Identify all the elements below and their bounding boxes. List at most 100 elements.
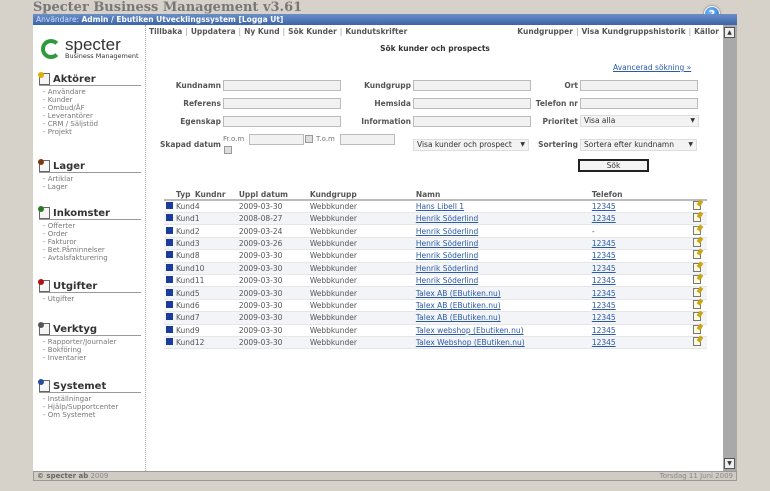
customer-name-link[interactable]: Henrik Söderlind <box>416 227 478 236</box>
phone-link[interactable]: 12345 <box>592 251 616 260</box>
information-input[interactable] <box>413 116 531 127</box>
user-logout-link[interactable]: Admin / Ebutiken Utvecklingssystem [Logg… <box>81 15 283 24</box>
table-row[interactable]: Kund 8 2009-03-30 Webbkunder Henrik Söde… <box>164 249 707 263</box>
sidebar-item[interactable]: - Order <box>43 230 141 238</box>
col-kundnr[interactable]: Kundnr <box>194 190 239 201</box>
table-row[interactable]: Kund 9 2009-03-30 Webbkunder Talex websh… <box>164 324 707 337</box>
phone-link[interactable]: 12345 <box>592 289 616 298</box>
sidebar-item[interactable]: - Fakturor <box>43 238 141 246</box>
nav-link[interactable]: Tillbaka <box>149 27 182 36</box>
customer-name-link[interactable]: Hans Libell 1 <box>416 202 464 211</box>
edit-icon[interactable] <box>693 337 701 347</box>
kundnamn-input[interactable] <box>223 80 341 91</box>
phone-link[interactable]: 12345 <box>592 239 616 248</box>
phone-link[interactable]: 12345 <box>592 214 616 223</box>
hemsida-input[interactable] <box>413 98 531 109</box>
from-date-input[interactable] <box>249 134 304 145</box>
sidebar-item[interactable]: - Offerter <box>43 222 141 230</box>
referens-input[interactable] <box>223 98 341 109</box>
customer-name-link[interactable]: Talex AB (EButiken.nu) <box>416 289 501 298</box>
table-row[interactable]: Kund 5 2009-03-30 Webbkunder Talex AB (E… <box>164 286 707 300</box>
col-uppl-datum[interactable]: Uppl datum <box>238 190 310 201</box>
advanced-search-link[interactable]: Avancerad sökning » <box>613 63 691 72</box>
scroll-up-icon[interactable]: ▲ <box>724 27 735 38</box>
tom-date-input[interactable] <box>340 134 395 145</box>
sidebar-item[interactable]: - Om Systemet <box>43 411 141 419</box>
kundgrupp-input[interactable] <box>413 80 531 91</box>
phone-link[interactable]: 12345 <box>592 264 616 273</box>
customer-name-link[interactable]: Henrik Söderlind <box>416 264 478 273</box>
sidebar-item[interactable]: - Artiklar <box>43 175 141 183</box>
table-row[interactable]: Kund 11 2009-03-30 Webbkunder Henrik Söd… <box>164 274 707 288</box>
edit-icon[interactable] <box>693 324 701 334</box>
table-row[interactable]: Kund 6 2009-03-30 Webbkunder Talex AB (E… <box>164 299 707 313</box>
edit-icon[interactable] <box>693 287 701 297</box>
edit-icon[interactable] <box>693 299 701 309</box>
sidebar-item[interactable]: - Hjälp/Supportcenter <box>43 403 141 411</box>
calendar-icon[interactable] <box>305 135 313 143</box>
customer-name-link[interactable]: Henrik Söderlind <box>416 276 478 285</box>
customer-name-link[interactable]: Henrik Söderlind <box>416 239 478 248</box>
table-row[interactable]: Kund 10 2009-03-30 Webbkunder Henrik Söd… <box>164 262 707 275</box>
edit-icon[interactable] <box>693 225 701 235</box>
col-kundgrupp[interactable]: Kundgrupp <box>309 190 416 201</box>
sidebar-item[interactable]: - Leverantörer <box>43 112 141 120</box>
telefon-input[interactable] <box>580 98 698 109</box>
edit-icon[interactable] <box>693 201 701 210</box>
sidebar-item[interactable]: - CRM / Säljstöd <box>43 120 141 128</box>
phone-link[interactable]: 12345 <box>592 276 616 285</box>
table-row[interactable]: Kund 3 2009-03-26 Webbkunder Henrik Söde… <box>164 237 707 251</box>
customer-name-link[interactable]: Henrik Söderlind <box>416 214 478 223</box>
sidebar-item[interactable]: - Avtalsfakturering <box>43 254 141 262</box>
sidebar-item[interactable]: - Användare <box>43 88 141 96</box>
edit-icon[interactable] <box>693 312 701 322</box>
prioritet-select[interactable]: Visa alla ▼ <box>580 115 699 127</box>
phone-link[interactable]: 12345 <box>592 301 616 310</box>
sidebar-item[interactable]: - Inventarier <box>43 354 141 362</box>
table-row[interactable]: Kund 12 2009-03-30 Webbkunder Talex Webs… <box>164 336 707 350</box>
sidebar-item[interactable]: - Kunder <box>43 96 141 104</box>
sidebar-item[interactable]: - Utgifter <box>43 295 141 303</box>
customer-name-link[interactable]: Talex Webshop (EButiken.nu) <box>416 338 525 347</box>
nav-link[interactable]: Kundgrupper <box>517 27 573 36</box>
phone-link[interactable]: 12345 <box>592 313 616 322</box>
sidebar-item[interactable]: - Bokföring <box>43 346 141 354</box>
sidebar-item[interactable]: - Ombud/ÅF <box>43 104 141 112</box>
visa-select[interactable]: Visa kunder och prospect ▼ <box>413 139 529 151</box>
calendar-icon[interactable] <box>224 146 232 154</box>
search-button[interactable]: Sök <box>578 159 649 172</box>
sidebar-item[interactable]: - Lager <box>43 183 141 191</box>
edit-icon[interactable] <box>693 213 701 223</box>
nav-link[interactable]: Källor <box>694 27 719 36</box>
customer-name-link[interactable]: Talex AB (EButiken.nu) <box>416 301 501 310</box>
sortering-select[interactable]: Sortera efter kundnamn ▼ <box>580 139 697 151</box>
phone-link[interactable]: 12345 <box>592 202 616 211</box>
customer-name-link[interactable]: Henrik Söderlind <box>416 251 478 260</box>
sidebar-item[interactable]: - Rapporter/Journaler <box>43 338 141 346</box>
customer-name-link[interactable]: Talex AB (EButiken.nu) <box>416 313 501 322</box>
col-typ[interactable]: Typ <box>176 190 195 201</box>
sidebar-item[interactable]: - Bet.Påminnelser <box>43 246 141 254</box>
edit-icon[interactable] <box>693 262 701 272</box>
egenskap-input[interactable] <box>223 116 341 127</box>
table-row[interactable]: Kund 7 2009-03-30 Webbkunder Talex AB (E… <box>164 311 707 325</box>
nav-link[interactable]: Uppdatera <box>191 27 236 36</box>
nav-link[interactable]: Visa Kundgruppshistorik <box>582 27 686 36</box>
phone-link[interactable]: 12345 <box>592 338 616 347</box>
scroll-down-icon[interactable]: ▼ <box>724 458 735 469</box>
nav-link[interactable]: Kundutskrifter <box>345 27 407 36</box>
table-row[interactable]: Kund 1 2008-08-27 Webbkunder Henrik Söde… <box>164 212 707 226</box>
nav-link[interactable]: Ny Kund <box>244 27 280 36</box>
ort-input[interactable] <box>580 80 698 91</box>
edit-icon[interactable] <box>693 237 701 247</box>
col-telefon[interactable]: Telefon <box>591 190 693 201</box>
sidebar-item[interactable]: - Projekt <box>43 128 141 136</box>
col-namn[interactable]: Namn <box>415 190 592 201</box>
phone-link[interactable]: 12345 <box>592 326 616 335</box>
scrollbar[interactable]: ▲ ▼ <box>723 25 737 471</box>
customer-name-link[interactable]: Talex webshop (Ebutiken.nu) <box>416 326 524 335</box>
nav-link[interactable]: Sök Kunder <box>288 27 337 36</box>
table-row[interactable]: Kund 4 2009-03-30 Webbkunder Hans Libell… <box>164 200 707 213</box>
sidebar-item[interactable]: - Inställningar <box>43 395 141 403</box>
edit-icon[interactable] <box>693 250 701 260</box>
